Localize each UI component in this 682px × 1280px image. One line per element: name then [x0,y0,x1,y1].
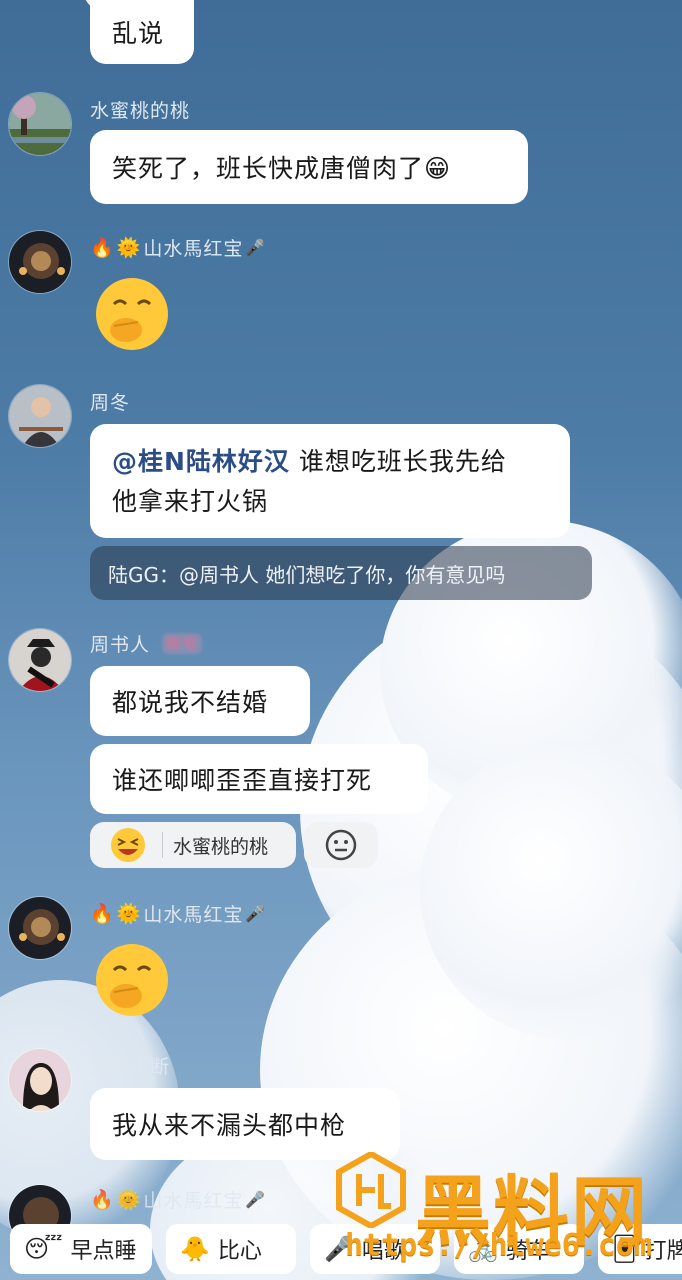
quick-reply-label: 早点睡 [70,1239,137,1264]
username[interactable]: 源源不断 [90,1052,170,1079]
add-reaction-button[interactable] [304,822,378,868]
user-badge: 称号 [162,633,203,654]
avatar[interactable] [8,628,72,692]
watermark-logo-icon [336,1152,406,1228]
sleep-emoji-icon: 😴 [24,1235,63,1263]
sun-icon: 🌞 [116,1189,142,1211]
message-bubble[interactable]: 都说我不结婚 [90,666,310,736]
reaction-user: 水蜜桃的桃 [173,835,269,858]
fire-icon: 🔥 [90,903,115,925]
message-text: 我从来不漏头都中枪 [112,1111,347,1140]
quote-text: 陆GG：@周书人 她们想吃了你，你有意见吗 [108,562,506,587]
quick-reply-label: 比心 [217,1239,262,1264]
hand-over-mouth-emoji-icon [96,278,168,350]
message-text: 谁想吃班长我先给 [289,447,507,476]
message-bubble[interactable]: @桂N陆林好汉 谁想吃班长我先给 他拿来打火锅 [90,424,570,538]
avatar[interactable] [8,384,72,448]
microphone-icon: 🎤 [245,238,267,257]
username[interactable]: 周冬 [90,388,130,415]
mention-link[interactable]: @桂N陆林好汉 [112,447,290,476]
quick-reply-button[interactable]: 🐥 比心 [166,1224,296,1274]
smiley-outline-icon [325,829,357,861]
fire-icon: 🔥 [90,237,115,259]
message-bubble[interactable]: 乱说 [90,0,194,64]
message-bubble[interactable]: 笑死了，班长快成唐僧肉了😁 [90,130,528,204]
username[interactable]: 水蜜桃的桃 [90,96,190,123]
avatar[interactable] [8,896,72,960]
site-watermark: 黑料网 https://hlwe6.com [335,1150,675,1270]
sun-icon: 🌞 [116,903,142,925]
quick-reply-button[interactable]: 😴 早点睡 [10,1224,152,1274]
avatar[interactable] [8,1048,72,1112]
watermark-url: https://hlwe6.com [345,1228,653,1263]
message-text: 他拿来打火锅 [112,487,269,516]
microphone-icon: 🎤 [245,1190,267,1209]
reaction-chip[interactable]: 水蜜桃的桃 [90,822,296,868]
laughing-emoji-icon [111,828,145,862]
divider [162,832,163,858]
microphone-icon: 🎤 [245,904,267,923]
avatar[interactable] [8,230,72,294]
avatar[interactable] [8,92,72,156]
heart-hand-emoji-icon: 🐥 [180,1235,210,1263]
username[interactable]: 山水馬红宝 [143,1186,243,1213]
message-text: 都说我不结婚 [112,688,269,717]
message-bubble[interactable]: 谁还唧唧歪歪直接打死 [90,744,428,814]
username[interactable]: 山水馬红宝 [143,234,243,261]
message-text: 笑死了，班长快成唐僧肉了😁 [112,154,452,183]
sun-icon: 🌞 [116,237,142,259]
quoted-reply[interactable]: 陆GG：@周书人 她们想吃了你，你有意见吗 [90,546,592,600]
message-text: 乱说 [112,19,165,48]
username[interactable]: 周书人 [90,630,150,657]
fire-icon: 🔥 [90,1189,115,1211]
username[interactable]: 山水馬红宝 [143,900,243,927]
message-text: 谁还唧唧歪歪直接打死 [112,766,373,795]
hand-over-mouth-emoji-icon [96,944,168,1016]
chat-feed[interactable]: 乱说 水蜜桃的桃 笑死了，班长快成唐僧肉了😁 🔥 🌞 山水馬红宝 🎤 周冬 @桂… [0,0,682,1280]
